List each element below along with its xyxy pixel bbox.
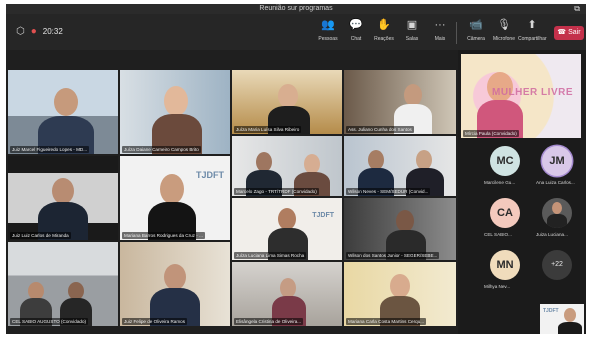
video-tile[interactable]: Juíza Daiane Carneiro Campos Brito (120, 70, 230, 154)
participant-name: Milhya Nev... (484, 284, 511, 289)
tjdft-logo: TJDFT (196, 170, 224, 180)
participant-name: Marcilene Gu... (484, 180, 516, 185)
video-tile[interactable]: Juiz Luiz Carlos de Miranda (8, 156, 118, 240)
video-tile[interactable]: CEL SABIO AUGUSTO (Convidado) (8, 242, 118, 326)
chat-button[interactable]: 💬 Chat (342, 18, 370, 42)
people-icon: 👥 (321, 19, 335, 31)
video-tile[interactable]: Juiz Felipe de Oliveira Ramos (120, 242, 230, 326)
participant-name: Juíza Maria Luísa Silva Ribeiro (234, 126, 302, 133)
leave-button[interactable]: ☎ Sair (554, 26, 584, 40)
video-tile[interactable]: TJDFT Juíza Luciana Lima Simas Rocha (232, 198, 342, 260)
video-tile[interactable]: Ass. Juliano Cunha dos Santos (344, 70, 456, 134)
teams-meeting-window: Reunião sur programas ⧉ ⬡ ● 20:32 👥 Pess… (6, 4, 586, 334)
participant-name: Mariana Carla Costa Martins Cerqu... (346, 318, 427, 325)
participant-name: CEL SABIO... (484, 232, 512, 237)
participant-avatar[interactable]: MC (490, 146, 520, 176)
video-tile[interactable]: Mariana Carla Costa Martins Cerqu... (344, 262, 456, 326)
toolbar-divider (456, 22, 457, 44)
video-tile[interactable]: Elisângela Cristina de Oliveira... (232, 262, 342, 326)
share-button[interactable]: ⬆ Compartilhar (518, 18, 547, 42)
raise-hand-icon: ✋ (377, 19, 391, 31)
participant-name: Wilson Neves - SEM/SEDUR (Convid... (346, 188, 431, 195)
participant-name: Elisângela Cristina de Oliveira... (234, 318, 304, 325)
participant-name: Juiza Luciana... (536, 232, 568, 237)
video-tile[interactable]: Juíza Maria Luísa Silva Ribeiro (232, 70, 342, 134)
more-button[interactable]: ··· Mais (426, 18, 454, 42)
meeting-timer: 20:32 (42, 27, 63, 36)
participant-name: Mírcia Paula (Convidado) (463, 130, 519, 137)
participant-name: Juiz Luiz Carlos de Miranda (10, 232, 71, 239)
people-button[interactable]: 👥 Pessoas (314, 18, 342, 42)
shield-icon: ⬡ (16, 26, 25, 37)
meeting-toolbar: ⬡ ● 20:32 👥 Pessoas 💬 Chat ✋ Reações ▣ S… (6, 14, 586, 50)
tjdft-logo: TJDFT (312, 212, 334, 219)
participant-avatar[interactable]: JM (542, 146, 572, 176)
participant-name: Juiz Felipe de Oliveira Ramos (122, 318, 188, 325)
participant-name: Marcelo Zago - TRT/TRDF (Convidado) (234, 188, 319, 195)
record-icon: ● (30, 26, 37, 37)
mic-button[interactable]: 🎙 Microfone (490, 18, 518, 42)
participant-name: Mariana Barros Rodrigues da Cruz - ... (122, 232, 205, 239)
participant-name: Ass. Juliano Cunha dos Santos (346, 126, 414, 133)
tjdft-logo: TJDFT (543, 308, 559, 314)
participant-name: Ana Luiza Carlos... (536, 180, 575, 185)
participant-name: Juíza Daiane Carneiro Campos Brito (122, 146, 201, 153)
more-participants-button[interactable]: +22 (542, 250, 572, 280)
featured-video[interactable]: MULHER LIVRE Mírcia Paula (Convidado) (461, 54, 581, 138)
camera-button[interactable]: 📹 Câmera (462, 18, 490, 42)
rooms-button[interactable]: ▣ Salas (398, 18, 426, 42)
rooms-icon: ▣ (406, 19, 418, 31)
participant-avatar[interactable]: MN (490, 250, 520, 280)
video-tile[interactable]: Wilson Neves - SEM/SEDUR (Convid... (344, 136, 456, 196)
video-tile[interactable]: Juiz Marcel Figueiredo Lopes - MD... (8, 70, 118, 154)
participant-name: Juiz Marcel Figueiredo Lopes - MD... (10, 146, 90, 153)
participant-avatar[interactable]: CA (490, 198, 520, 228)
self-view[interactable]: TJDFT (540, 304, 584, 334)
title-bar: Reunião sur programas ⧉ (6, 4, 586, 14)
camera-icon: 📹 (469, 19, 483, 31)
share-icon: ⬆ (527, 19, 537, 31)
video-tile[interactable]: TJDFT Mariana Barros Rodrigues da Cruz -… (120, 156, 230, 240)
reactions-button[interactable]: ✋ Reações (370, 18, 398, 42)
chat-icon: 💬 (349, 19, 363, 31)
mic-off-icon: 🎙 (497, 19, 511, 31)
video-tile[interactable]: Marcelo Zago - TRT/TRDF (Convidado) (232, 136, 342, 196)
participant-name: Wilson dos Santos Junior - SEGER/SEBE... (346, 252, 440, 259)
video-tile[interactable]: Wilson dos Santos Junior - SEGER/SEBE... (344, 198, 456, 260)
window-title: Reunião sur programas (259, 5, 333, 12)
featured-banner-text: MULHER LIVRE (492, 87, 573, 98)
restore-icon[interactable]: ⧉ (574, 4, 580, 14)
participant-avatar[interactable] (542, 198, 572, 228)
more-icon: ··· (434, 19, 446, 31)
participant-name: CEL SABIO AUGUSTO (Convidado) (10, 318, 89, 325)
participant-name: Juíza Luciana Lima Simas Rocha (234, 252, 307, 259)
phone-icon: ☎ (557, 29, 567, 36)
